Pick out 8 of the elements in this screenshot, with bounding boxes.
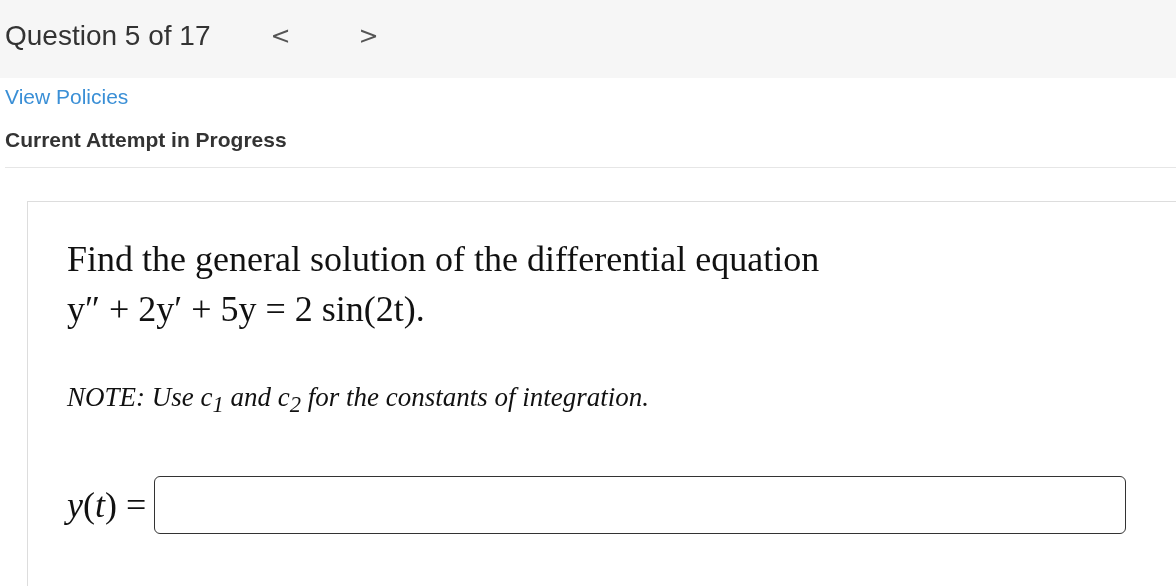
nav-button[interactable]: > [346,22,391,50]
nav-button[interactable]: < [258,22,303,50]
note-text: NOTE: Use c$_{1}$ and c$_{2}$ for the constants of integration. [67,382,650,419]
question-prompt: Find the general solution of the differential equation [67,238,821,280]
equation: y″ + 2y′ + 5y = 2 sin(2t). [67,288,426,330]
question-counter: Question 5 of 17 [5,20,211,52]
answer-field[interactable] [154,476,1127,535]
attempt-status: Current Attempt in Progress [5,128,288,152]
